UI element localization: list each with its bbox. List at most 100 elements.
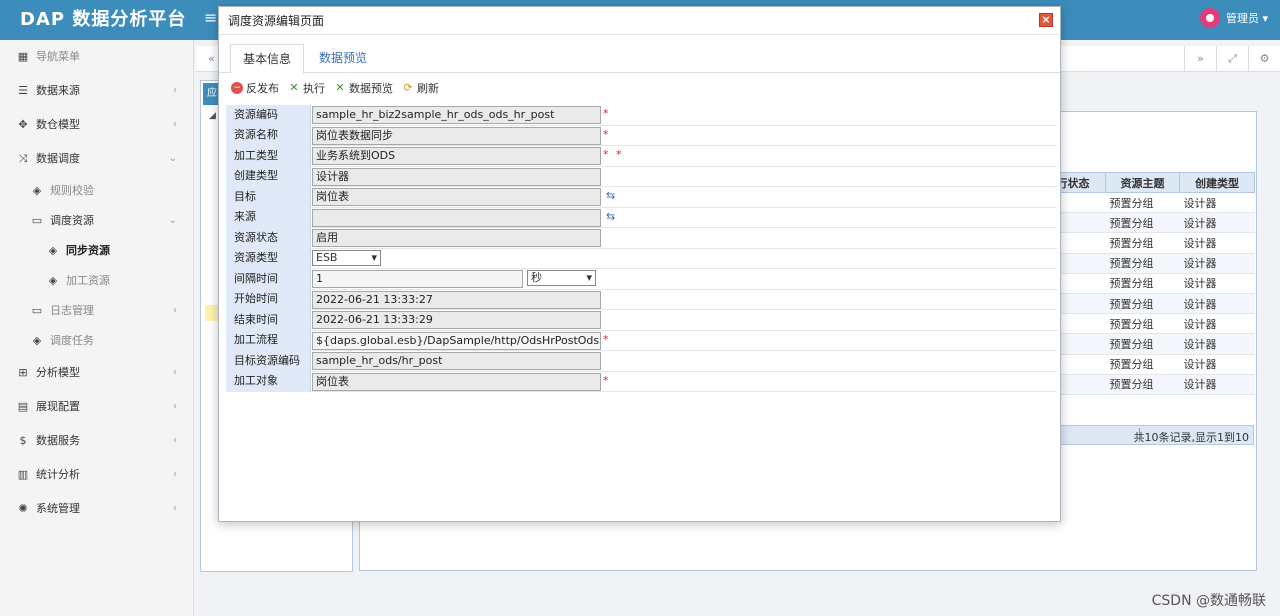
tag-icon: ◈ bbox=[32, 184, 42, 197]
sidebar-item-process-resource[interactable]: ◈ 加工资源 bbox=[0, 266, 193, 296]
table-row[interactable]: c预置分组设计器 bbox=[1040, 212, 1255, 234]
grid-header-topic[interactable]: 资源主题 bbox=[1105, 172, 1180, 193]
end-time-input[interactable]: 2022-06-21 13:33:29 bbox=[312, 311, 601, 329]
start-time-input[interactable]: 2022-06-21 13:33:27 bbox=[312, 290, 601, 309]
sidebar-item-label: 数据调度 bbox=[36, 152, 80, 165]
table-row[interactable]: a预置分组设计器 bbox=[1040, 374, 1255, 395]
close-icon[interactable]: × bbox=[1039, 13, 1053, 27]
tree-selected-node[interactable] bbox=[205, 305, 219, 321]
sidebar-item-warehouse-model[interactable]: ✥ 数仓模型 ‹ bbox=[0, 108, 193, 142]
resource-form: 资源编码 sample_hr_biz2sample_hr_ods_ods_hr_… bbox=[226, 104, 1057, 392]
flow-input[interactable]: ${daps.global.esb}/DapSample/http/OdsHrP… bbox=[312, 331, 601, 350]
app-logo[interactable]: DAP 数据分析平台 bbox=[0, 0, 194, 40]
grid-header-create-type[interactable]: 创建类型 bbox=[1179, 172, 1255, 193]
process-type-input[interactable]: 业务系统到ODS bbox=[312, 147, 601, 165]
required-mark: * bbox=[603, 373, 609, 387]
dialog-title-bar: 调度资源编辑页面 × bbox=[219, 7, 1060, 35]
table-cell: 预置分组 bbox=[1105, 374, 1180, 395]
tree-expand-icon[interactable]: ◢ bbox=[209, 111, 216, 121]
sidebar-item-display-config[interactable]: ▤ 展现配置 ‹ bbox=[0, 390, 193, 424]
table-row[interactable]: a预置分组设计器 bbox=[1040, 333, 1255, 355]
target-code-input[interactable]: sample_hr_ods/hr_post bbox=[312, 352, 601, 370]
sidebar-item-schedule-resource[interactable]: ▭ 调度资源 ⌄ bbox=[0, 206, 193, 236]
sidebar-item-schedule-task[interactable]: ◈ 调度任务 bbox=[0, 326, 193, 356]
table-row[interactable]: c预置分组设计器 bbox=[1040, 293, 1255, 315]
sidebar-item-system-management[interactable]: ✺ 系统管理 ‹ bbox=[0, 492, 193, 526]
table-row[interactable]: a预置分组设计器 bbox=[1040, 192, 1255, 214]
table-cell: 设计器 bbox=[1179, 273, 1255, 294]
table-row[interactable]: a预置分组设计器 bbox=[1040, 313, 1255, 335]
field-label: 加工对象 bbox=[226, 371, 311, 392]
minus-circle-icon: − bbox=[231, 82, 243, 94]
target-input[interactable]: 岗位表 bbox=[312, 188, 601, 206]
watermark: CSDN @数通畅联 bbox=[1151, 593, 1266, 609]
form-row-resource-name: 资源名称 岗位表数据同步 * bbox=[226, 125, 1057, 146]
dollar-icon: $ bbox=[19, 434, 27, 447]
chevron-left-icon: ‹ bbox=[173, 435, 177, 446]
sidebar-item-data-scheduling[interactable]: ⤨ 数据调度 ⌄ bbox=[0, 142, 193, 176]
sidebar-item-label: 同步资源 bbox=[66, 244, 110, 257]
field-label: 加工流程 bbox=[226, 330, 311, 351]
sidebar-item-label: 系统管理 bbox=[36, 502, 80, 515]
tabs-scroll-right-icon[interactable]: » bbox=[1184, 46, 1216, 72]
form-row-target: 目标 岗位表 ⇆ bbox=[226, 186, 1057, 208]
sidebar-item-data-service[interactable]: $ 数据服务 ‹ bbox=[0, 424, 193, 458]
refresh-button[interactable]: ⟳ 刷新 bbox=[402, 80, 439, 96]
source-input[interactable] bbox=[312, 208, 601, 227]
form-row-interval: 间隔时间 1 秒 ▾ bbox=[226, 268, 1057, 290]
user-menu[interactable]: 管理员 ▾ bbox=[1199, 8, 1268, 28]
resource-name-input[interactable]: 岗位表数据同步 bbox=[312, 126, 601, 145]
table-row[interactable]: c预置分组设计器 bbox=[1040, 354, 1255, 375]
sidebar-item-sync-resource[interactable]: ◈ 同步资源 bbox=[0, 236, 193, 266]
form-row-target-code: 目标资源编码 sample_hr_ods/hr_post bbox=[226, 350, 1057, 372]
field-label: 来源 bbox=[226, 207, 311, 228]
unpublish-button[interactable]: − 反发布 bbox=[231, 80, 279, 96]
tag-icon: ◈ bbox=[48, 244, 58, 257]
fullscreen-icon[interactable]: ⤢ bbox=[1216, 46, 1248, 72]
sidebar-item-label: 分析模型 bbox=[36, 366, 80, 379]
table-cell: 设计器 bbox=[1179, 293, 1255, 315]
required-mark: * bbox=[603, 107, 609, 120]
data-preview-button[interactable]: ✕ 数据预览 bbox=[334, 80, 393, 96]
sidebar-item-data-source[interactable]: ☰ 数据来源 ‹ bbox=[0, 74, 193, 108]
field-label: 开始时间 bbox=[226, 289, 311, 310]
settings-gear-icon[interactable]: ⚙ bbox=[1248, 46, 1280, 72]
table-row[interactable]: a预置分组设计器 bbox=[1040, 232, 1255, 254]
form-row-process-type: 加工类型 业务系统到ODS * * bbox=[226, 145, 1057, 167]
field-label: 资源编码 bbox=[226, 104, 311, 125]
tab-data-preview[interactable]: 数据预览 bbox=[307, 44, 379, 74]
chevron-down-icon: ▾ bbox=[586, 271, 592, 284]
table-row[interactable]: a预置分组设计器 bbox=[1040, 273, 1255, 294]
resource-status-input[interactable]: 启用 bbox=[312, 229, 601, 247]
resource-type-value: ESB bbox=[316, 250, 338, 264]
table-cell: 预置分组 bbox=[1105, 293, 1180, 315]
pager-summary: 共10条记录,显示1到10 bbox=[1133, 431, 1250, 444]
menu-toggle-icon[interactable]: ≡ bbox=[204, 8, 217, 27]
resource-code-input[interactable]: sample_hr_biz2sample_hr_ods_ods_hr_post bbox=[312, 106, 601, 124]
sidebar-item-statistics[interactable]: ▥ 统计分析 ‹ bbox=[0, 458, 193, 492]
sidebar-item-label: 数据服务 bbox=[36, 434, 80, 447]
required-mark: * bbox=[603, 332, 609, 346]
interval-input[interactable]: 1 bbox=[312, 270, 523, 288]
interval-unit-select[interactable]: 秒 ▾ bbox=[527, 270, 596, 286]
lookup-icon[interactable]: ⇆ bbox=[606, 189, 615, 202]
table-cell: 设计器 bbox=[1179, 212, 1255, 234]
table-row[interactable]: a预置分组设计器 bbox=[1040, 253, 1255, 274]
resource-type-select[interactable]: ESB ▾ bbox=[312, 249, 381, 266]
lookup-icon[interactable]: ⇆ bbox=[606, 210, 615, 223]
execute-button[interactable]: ✕ 执行 bbox=[288, 80, 325, 96]
sidebar-item-log-management[interactable]: ▭ 日志管理 ‹ bbox=[0, 296, 193, 326]
dialog-tabs: 基本信息 数据预览 bbox=[219, 35, 1060, 74]
sidebar-item-analysis-model[interactable]: ⊞ 分析模型 ‹ bbox=[0, 356, 193, 390]
table-cell: 设计器 bbox=[1179, 253, 1255, 274]
chevron-left-icon: ‹ bbox=[173, 367, 177, 378]
sidebar-item-label: 展现配置 bbox=[36, 400, 80, 413]
sidebar-item-label: 数仓模型 bbox=[36, 118, 80, 131]
bar-chart-icon: ▥ bbox=[17, 468, 29, 481]
process-object-input[interactable]: 岗位表 bbox=[312, 372, 601, 391]
table-cell: 设计器 bbox=[1179, 192, 1255, 214]
sidebar-item-label: 日志管理 bbox=[50, 304, 94, 317]
create-type-input[interactable]: 设计器 bbox=[312, 167, 601, 186]
tab-basic-info[interactable]: 基本信息 bbox=[230, 44, 305, 74]
sidebar-item-rule-check[interactable]: ◈ 规则校验 bbox=[0, 176, 193, 206]
